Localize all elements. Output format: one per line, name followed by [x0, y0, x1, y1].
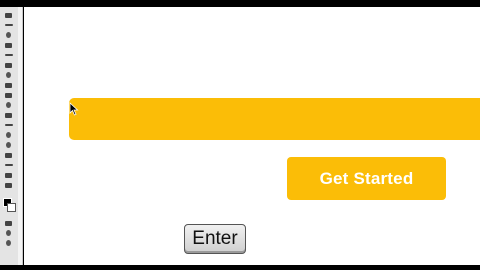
panel-divider — [18, 7, 23, 265]
eyedropper-icon[interactable] — [3, 61, 14, 69]
shape-tool-icon[interactable] — [3, 181, 14, 189]
gradient-tool-icon[interactable] — [3, 121, 14, 129]
type-tool-icon[interactable] — [3, 161, 14, 169]
enter-key-overlay: Enter — [184, 224, 246, 254]
blur-tool-icon[interactable] — [3, 131, 14, 139]
pen-tool-icon[interactable] — [3, 151, 14, 159]
document-canvas[interactable]: Get Started — [24, 7, 480, 265]
get-started-button[interactable]: Get Started — [287, 157, 446, 200]
background-color-swatch[interactable] — [7, 203, 16, 212]
clone-stamp-icon[interactable] — [3, 91, 14, 99]
screen-frame: Get Started Enter — [0, 0, 480, 270]
notes-tool-icon[interactable] — [3, 219, 14, 227]
yellow-rectangle-shape[interactable] — [69, 98, 480, 140]
dodge-tool-icon[interactable] — [3, 141, 14, 149]
crop-tool-icon[interactable] — [3, 51, 14, 59]
healing-brush-icon[interactable] — [3, 71, 14, 79]
marquee-tool-icon[interactable] — [3, 21, 14, 29]
zoom-tool-icon[interactable] — [3, 239, 14, 247]
history-brush-icon[interactable] — [3, 101, 14, 109]
magic-wand-icon[interactable] — [3, 41, 14, 49]
eraser-icon[interactable] — [3, 111, 14, 119]
hand-tool-icon[interactable] — [3, 229, 14, 237]
path-selection-icon[interactable] — [3, 171, 14, 179]
move-tool-icon[interactable] — [3, 11, 14, 19]
arrow-cursor-icon — [69, 102, 79, 116]
lasso-tool-icon[interactable] — [3, 31, 14, 39]
brush-tool-icon[interactable] — [3, 81, 14, 89]
tools-panel — [0, 7, 19, 265]
